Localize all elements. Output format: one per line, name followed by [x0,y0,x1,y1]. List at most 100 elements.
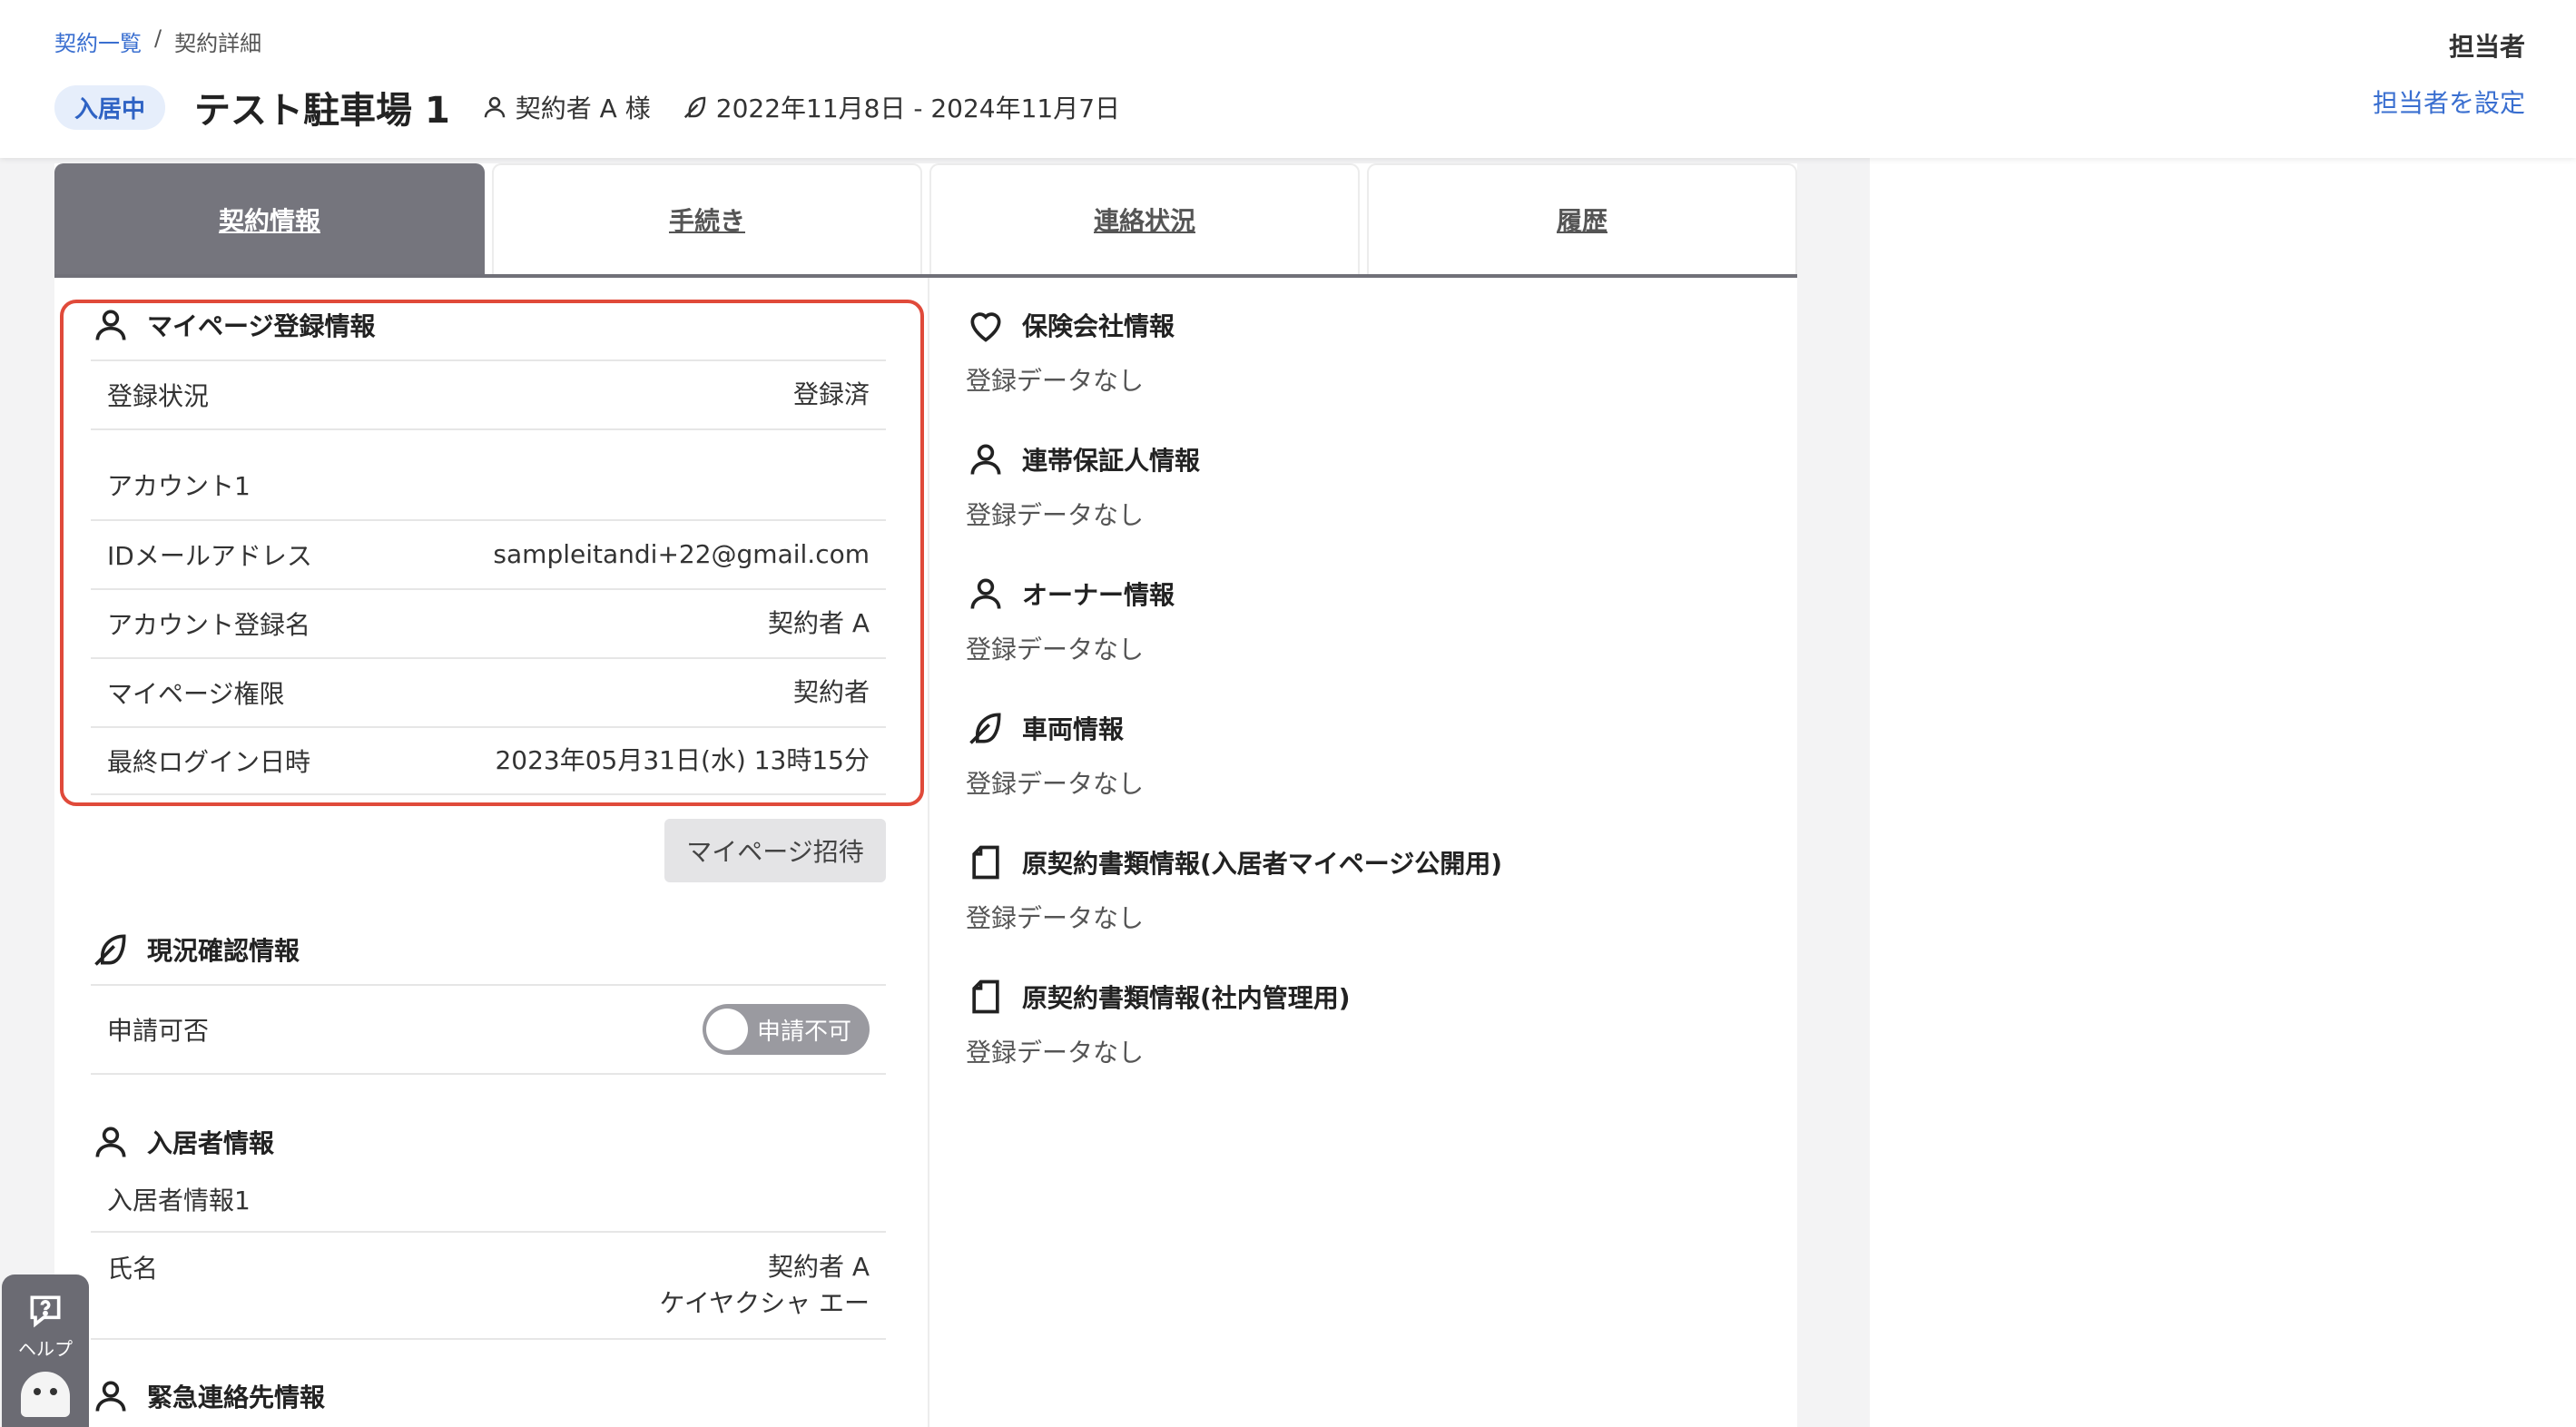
vehicle-header: 車両情報 [966,703,1765,753]
feather-icon [94,934,126,966]
page-title: テスト駐車場 1 [194,90,450,132]
apply-toggle[interactable]: 申請不可 [703,1004,870,1055]
status-check-title: 現況確認情報 [147,936,300,966]
resident-section-title: 入居者情報 [147,1128,275,1158]
breadcrumb-current: 契約詳細 [174,31,262,56]
apply-label: 申請可否 [107,1016,210,1046]
person-icon [95,1127,126,1157]
emergency-section: 緊急連絡先情報 [91,1371,886,1422]
toggle-label: 申請不可 [757,1018,852,1046]
period-meta: 2022年11月8日 - 2024年11月7日 [682,89,1120,125]
person-icon [970,444,1001,475]
title-row: 入居中 テスト駐車場 1 契約者 A 様 2022年11月8日 - 2024年1… [54,80,1120,134]
person-icon [484,96,506,118]
status-check-header: 現況確認情報 [91,924,886,975]
status-badge: 入居中 [54,84,166,130]
contract-docs-public-title: 原契約書類情報(入居者マイページ公開用) [1022,849,1503,879]
guarantor-section: 連帯保証人情報 登録データなし [966,434,1765,532]
set-assignee-link[interactable]: 担当者を設定 [2373,84,2525,120]
contract-docs-public-empty: 登録データなし [966,903,1145,933]
permission-value: 契約者 [792,677,870,707]
email-label: IDメールアドレス [107,541,312,571]
help-label: ヘルプ [18,1338,73,1360]
contractor-name: 契約者 A 様 [515,93,651,123]
tab-bar: 契約情報 手続き 連絡状況 履歴 [54,163,1797,278]
person-icon [95,310,126,340]
mypage-status-row: 登録状況 登録済 [91,359,886,428]
contract-docs-public-header: 原契約書類情報(入居者マイページ公開用) [966,837,1765,888]
mypage-section: マイページ登録情報 登録状況 登録済 アカウント1 IDメールアドレス samp… [91,300,886,882]
resident-subheading-row: 入居者情報1 [91,1167,886,1231]
heart-icon [970,312,1001,342]
contract-docs-internal-section: 原契約書類情報(社内管理用) 登録データなし [966,971,1765,1069]
permission-row: マイページ権限 契約者 [91,657,886,726]
account-name-value: 契約者 A [767,608,870,638]
mypage-status-label: 登録状況 [107,381,210,411]
resident-name-kana: ケイヤクシャ エー [659,1288,870,1318]
feather-icon [969,713,1001,744]
tab-contact-status[interactable]: 連絡状況 [929,163,1360,274]
status-check-section: 現況確認情報 申請可否 申請不可 [91,924,886,1075]
mypage-invite-button[interactable]: マイページ招待 [664,819,886,882]
tab-procedures[interactable]: 手続き [492,163,922,274]
guarantor-header: 連帯保証人情報 [966,434,1765,485]
resident-name-value: 契約者 A [767,1252,870,1282]
breadcrumb: 契約一覧 / 契約詳細 [54,25,261,57]
mypage-status-value: 登録済 [792,379,870,409]
resident-name-row: 氏名 契約者 A ケイヤクシャ エー [91,1231,886,1340]
insurance-section: 保険会社情報 登録データなし [966,300,1765,398]
last-login-row: 最終ログイン日時 2023年05月31日(水) 13時15分 [91,726,886,795]
person-icon [95,1381,126,1412]
resident-section: 入居者情報 入居者情報1 氏名 契約者 A ケイヤクシャ エー [91,1117,886,1340]
toggle-knob [706,1009,748,1050]
left-column: マイページ登録情報 登録状況 登録済 アカウント1 IDメールアドレス samp… [91,300,886,1422]
breadcrumb-contract-list-link[interactable]: 契約一覧 [54,25,142,57]
contract-period: 2022年11月8日 - 2024年11月7日 [715,93,1121,123]
tab-contract-info[interactable]: 契約情報 [54,163,485,274]
account-name-row: アカウント登録名 契約者 A [91,588,886,657]
emergency-section-header: 緊急連絡先情報 [91,1371,886,1422]
guarantor-title: 連帯保証人情報 [1022,446,1201,476]
document-icon [972,979,999,1014]
resident-name-values: 契約者 A ケイヤクシャ エー [659,1249,870,1322]
page-header: 契約一覧 / 契約詳細 入居中 テスト駐車場 1 契約者 A 様 2022年11… [0,0,2576,158]
insurance-empty: 登録データなし [966,366,1145,396]
tab-history[interactable]: 履歴 [1367,163,1797,274]
contractor-meta: 契約者 A 様 [481,89,651,125]
feather-icon [683,96,706,119]
email-value: sampleitandi+22@gmail.com [493,539,870,569]
mascot-icon [21,1372,70,1417]
contract-docs-public-section: 原契約書類情報(入居者マイページ公開用) 登録データなし [966,837,1765,935]
mypage-section-title: マイページ登録情報 [147,311,376,341]
help-icon [30,1295,61,1328]
last-login-value: 2023年05月31日(水) 13時15分 [495,745,870,775]
account-heading-row: アカウント1 [91,428,886,519]
permission-label: マイページ権限 [107,679,285,709]
owner-title: オーナー情報 [1022,580,1175,610]
document-icon [972,845,999,880]
vehicle-section: 車両情報 登録データなし [966,703,1765,801]
assignee-label: 担当者 [2448,32,2525,62]
vehicle-empty: 登録データなし [966,769,1145,799]
email-row: IDメールアドレス sampleitandi+22@gmail.com [91,519,886,588]
column-divider [928,278,929,1427]
insurance-title: 保険会社情報 [1022,311,1175,341]
right-column: 保険会社情報 登録データなし 連帯保証人情報 登録データなし オーナー情報 登録… [966,300,1765,1106]
resident-section-header: 入居者情報 [91,1117,886,1167]
contract-docs-internal-empty: 登録データなし [966,1038,1145,1068]
breadcrumb-separator: / [154,25,162,51]
person-icon [970,578,1001,609]
insurance-header: 保険会社情報 [966,300,1765,350]
resident-name-label: 氏名 [107,1254,159,1284]
help-widget[interactable]: ヘルプ [2,1274,89,1427]
resident-subheading: 入居者情報1 [107,1186,251,1215]
contract-docs-internal-title: 原契約書類情報(社内管理用) [1022,983,1351,1013]
last-login-label: 最終ログイン日時 [107,747,311,777]
apply-row: 申請可否 申請不可 [91,984,886,1075]
account-heading: アカウント1 [107,471,251,501]
emergency-section-title: 緊急連絡先情報 [147,1383,326,1412]
owner-section: オーナー情報 登録データなし [966,568,1765,666]
right-side-pane [1870,158,2576,1427]
owner-header: オーナー情報 [966,568,1765,619]
account-name-label: アカウント登録名 [107,610,311,640]
